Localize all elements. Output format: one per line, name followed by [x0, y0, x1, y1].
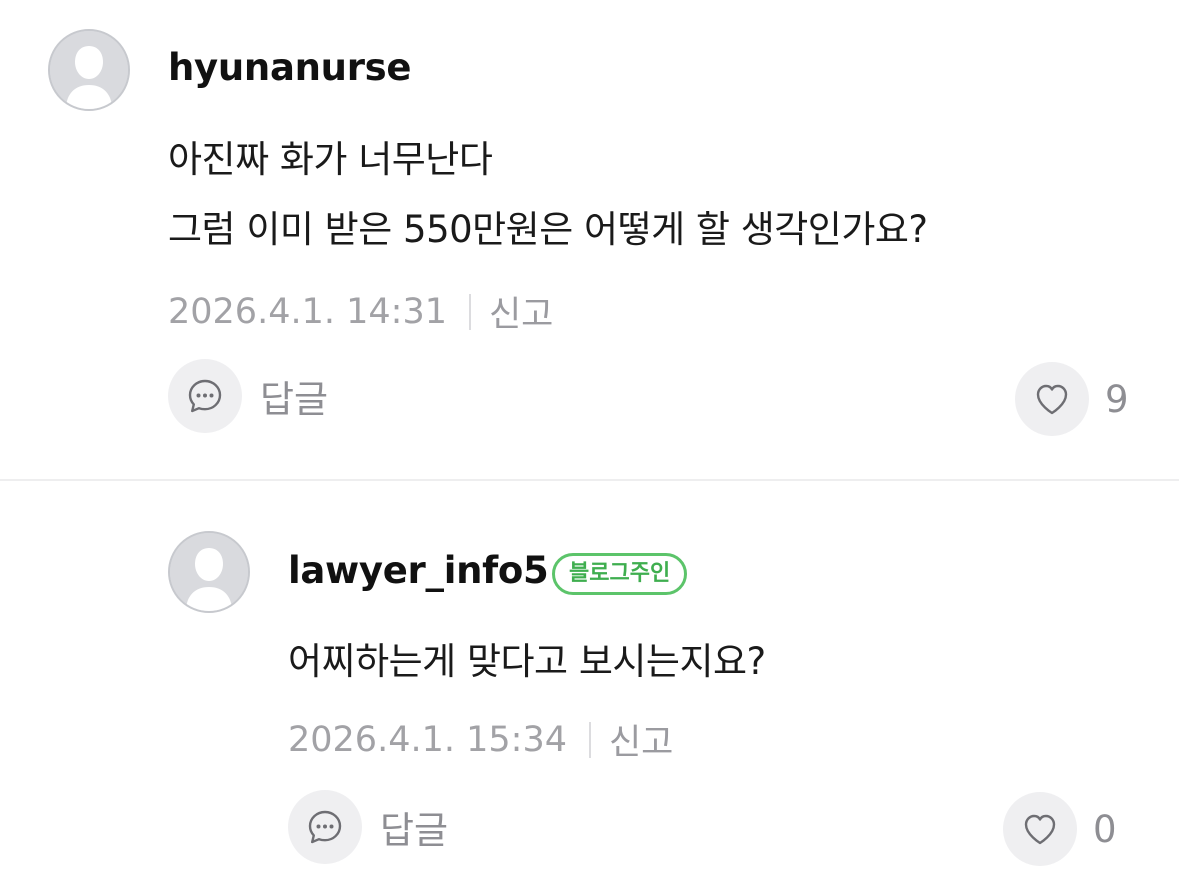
heart-icon [1036, 384, 1068, 415]
comment-username[interactable]: lawyer_info5 [288, 549, 549, 592]
like-count: 9 [1105, 377, 1129, 421]
reply-label: 답글 [380, 809, 449, 852]
like-button[interactable]: 9 [1015, 362, 1129, 436]
avatar[interactable] [168, 531, 250, 613]
like-icon-circle [1015, 362, 1089, 436]
comment-timestamp: 2026.4.1. 14:31 [168, 291, 447, 332]
report-link[interactable]: 신고 [609, 714, 673, 765]
heart-icon [1024, 814, 1056, 845]
reply-label: 답글 [260, 378, 329, 421]
reply-icon-circle [288, 790, 362, 864]
blog-owner-badge: 블로그주인 [552, 553, 688, 595]
reply-button[interactable]: 답글 [168, 359, 328, 433]
comment-meta: 2026.4.1. 14:31 신고 [168, 286, 553, 337]
avatar[interactable] [48, 29, 130, 111]
comment-timestamp: 2026.4.1. 15:34 [288, 719, 567, 760]
meta-divider [468, 293, 471, 330]
comment-meta: 2026.4.1. 15:34 신고 [288, 714, 673, 765]
reply-icon-circle [168, 359, 242, 433]
comment-text: 아진짜 화가 너무난다 그럼 이미 받은 550만원은 어떻게 할 생각인가요? [168, 131, 928, 259]
comment-text: 어찌하는게 맞다고 보시는지요? [288, 633, 766, 691]
comment-text-line: 아진짜 화가 너무난다 [168, 138, 493, 181]
default-avatar-icon [50, 31, 128, 109]
comment-divider [0, 479, 1179, 481]
like-icon-circle [1003, 792, 1077, 866]
like-button[interactable]: 0 [1003, 792, 1117, 866]
like-count: 0 [1093, 807, 1117, 851]
speech-bubble-icon [308, 810, 342, 844]
reply-button[interactable]: 답글 [288, 790, 448, 864]
speech-bubble-icon [188, 379, 222, 413]
comment-text-line: 그럼 이미 받은 550만원은 어떻게 할 생각인가요? [168, 208, 928, 251]
report-link[interactable]: 신고 [489, 286, 553, 337]
default-avatar-icon [170, 533, 248, 611]
comment-username[interactable]: hyunanurse [168, 46, 411, 89]
comment-text-line: 어찌하는게 맞다고 보시는지요? [288, 640, 766, 683]
meta-divider [588, 721, 591, 758]
